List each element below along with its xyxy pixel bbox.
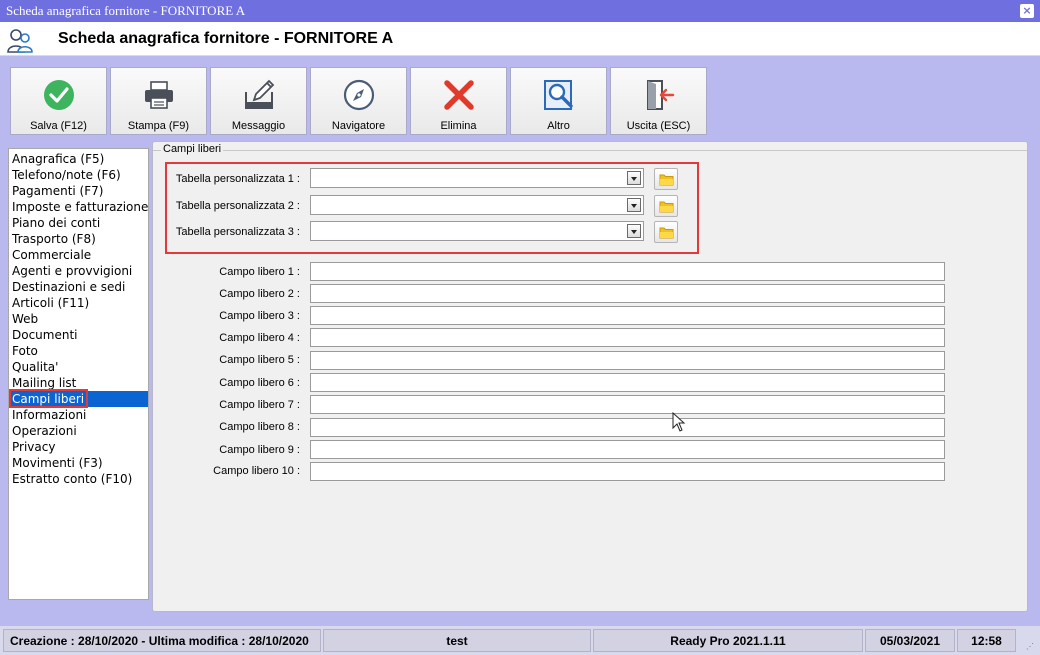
free-field-8-input[interactable]: [310, 418, 945, 437]
free-field-3-label: Campo libero 3 :: [219, 310, 300, 322]
free-field-3-input[interactable]: [310, 306, 945, 325]
folder-icon: [659, 201, 674, 213]
nav-item-foto[interactable]: Foto: [9, 343, 148, 359]
status-product-version: Ready Pro 2021.1.11: [593, 629, 863, 652]
custom-table-3-combo[interactable]: [310, 221, 644, 241]
custom-table-1-folder-button[interactable]: [654, 168, 678, 190]
navigator-button[interactable]: Navigatore: [310, 67, 407, 135]
nav-item-privacy[interactable]: Privacy: [9, 439, 148, 455]
nav-item-telefono-note[interactable]: Telefono/note (F6): [9, 167, 148, 183]
free-field-7-input[interactable]: [310, 395, 945, 414]
delete-button-label: Elimina: [440, 120, 477, 132]
free-field-9-label: Campo libero 9 :: [219, 444, 300, 456]
delete-button[interactable]: Elimina: [410, 67, 507, 135]
compass-icon: [343, 79, 375, 111]
status-time: 12:58: [957, 629, 1016, 652]
nav-item-destinazioni-sedi[interactable]: Destinazioni e sedi: [9, 279, 148, 295]
print-button[interactable]: Stampa (F9): [110, 67, 207, 135]
free-field-2-label: Campo libero 2 :: [219, 288, 300, 300]
nav-item-qualita[interactable]: Qualita': [9, 359, 148, 375]
free-field-4-label: Campo libero 4 :: [219, 332, 300, 344]
free-field-10-label: Campo libero 10 :: [213, 465, 300, 477]
nav-item-operazioni[interactable]: Operazioni: [9, 423, 148, 439]
free-field-9-input[interactable]: [310, 440, 945, 459]
navigator-button-label: Navigatore: [331, 120, 386, 132]
chevron-down-icon[interactable]: [627, 198, 641, 212]
custom-table-1-label: Tabella personalizzata 1 :: [175, 173, 300, 185]
compose-icon: [245, 79, 275, 109]
free-field-6-input[interactable]: [310, 373, 945, 392]
custom-table-1-combo[interactable]: [310, 168, 644, 188]
nav-item-trasporto[interactable]: Trasporto (F8): [9, 231, 148, 247]
free-field-2-input[interactable]: [310, 284, 945, 303]
nav-item-campi-liberi[interactable]: Campi liberi: [9, 391, 148, 407]
close-window-button[interactable]: ×: [1020, 4, 1034, 18]
nav-item-movimenti[interactable]: Movimenti (F3): [9, 455, 148, 471]
chevron-down-icon[interactable]: [627, 171, 641, 185]
nav-item-imposte-fatturazione[interactable]: Imposte e fatturazione: [9, 199, 148, 215]
free-field-5-input[interactable]: [310, 351, 945, 370]
panel-legend: Campi liberi: [161, 143, 224, 155]
folder-icon: [659, 227, 674, 239]
nav-item-pagamenti[interactable]: Pagamenti (F7): [9, 183, 148, 199]
window-title-bar: Scheda anagrafica fornitore - FORNITORE …: [0, 0, 1040, 22]
print-button-label: Stampa (F9): [127, 120, 190, 132]
message-button[interactable]: Messaggio: [210, 67, 307, 135]
exit-button[interactable]: Uscita (ESC): [610, 67, 707, 135]
nav-item-web[interactable]: Web: [9, 311, 148, 327]
status-bar: Creazione : 28/10/2020 - Ultima modifica…: [0, 626, 1040, 655]
chevron-down-icon[interactable]: [627, 224, 641, 238]
save-button-label: Salva (F12): [30, 120, 87, 132]
custom-table-3-folder-button[interactable]: [654, 221, 678, 243]
section-nav-list: Anagrafica (F5) Telefono/note (F6) Pagam…: [8, 148, 149, 600]
custom-table-3-label: Tabella personalizzata 3 :: [175, 226, 300, 238]
status-user: test: [323, 629, 591, 652]
free-field-8-label: Campo libero 8 :: [219, 421, 300, 433]
nav-item-informazioni[interactable]: Informazioni: [9, 407, 148, 423]
free-field-1-input[interactable]: [310, 262, 945, 281]
status-dates: Creazione : 28/10/2020 - Ultima modifica…: [3, 629, 321, 652]
message-button-label: Messaggio: [231, 120, 286, 132]
nav-item-estratto-conto[interactable]: Estratto conto (F10): [9, 471, 148, 487]
page-title: Scheda anagrafica fornitore - FORNITORE …: [58, 30, 394, 47]
nav-item-anagrafica[interactable]: Anagrafica (F5): [9, 151, 148, 167]
check-circle-icon: [44, 80, 74, 110]
free-field-1-label: Campo libero 1 :: [219, 266, 300, 278]
window-title: Scheda anagrafica fornitore - FORNITORE …: [6, 3, 246, 18]
nav-item-documenti[interactable]: Documenti: [9, 327, 148, 343]
nav-item-mailing-list[interactable]: Mailing list: [9, 375, 148, 391]
more-button-label: Altro: [547, 120, 570, 132]
more-button[interactable]: Altro: [510, 67, 607, 135]
save-button[interactable]: Salva (F12): [10, 67, 107, 135]
exit-door-icon: [647, 80, 675, 110]
users-icon: [7, 29, 33, 53]
mouse-cursor-icon: [672, 412, 686, 432]
custom-table-2-label: Tabella personalizzata 2 :: [175, 200, 300, 212]
printer-icon: [145, 81, 173, 109]
free-field-5-label: Campo libero 5 :: [219, 354, 300, 366]
exit-button-label: Uscita (ESC): [626, 120, 691, 132]
free-field-6-label: Campo libero 6 :: [219, 377, 300, 389]
x-icon: [444, 80, 474, 110]
header: Scheda anagrafica fornitore - FORNITORE …: [0, 22, 1040, 56]
free-field-10-input[interactable]: [310, 462, 945, 481]
folder-icon: [659, 174, 674, 186]
magnifier-document-icon: [544, 80, 573, 110]
status-date: 05/03/2021: [865, 629, 955, 652]
nav-item-piano-conti[interactable]: Piano dei conti: [9, 215, 148, 231]
custom-table-2-folder-button[interactable]: [654, 195, 678, 217]
resize-grip-icon[interactable]: ⋰: [1026, 642, 1036, 652]
custom-table-2-combo[interactable]: [310, 195, 644, 215]
nav-item-articoli[interactable]: Articoli (F11): [9, 295, 148, 311]
free-field-4-input[interactable]: [310, 328, 945, 347]
nav-item-agenti-provvigioni[interactable]: Agenti e provvigioni: [9, 263, 148, 279]
free-field-7-label: Campo libero 7 :: [219, 399, 300, 411]
nav-item-commerciale[interactable]: Commerciale: [9, 247, 148, 263]
